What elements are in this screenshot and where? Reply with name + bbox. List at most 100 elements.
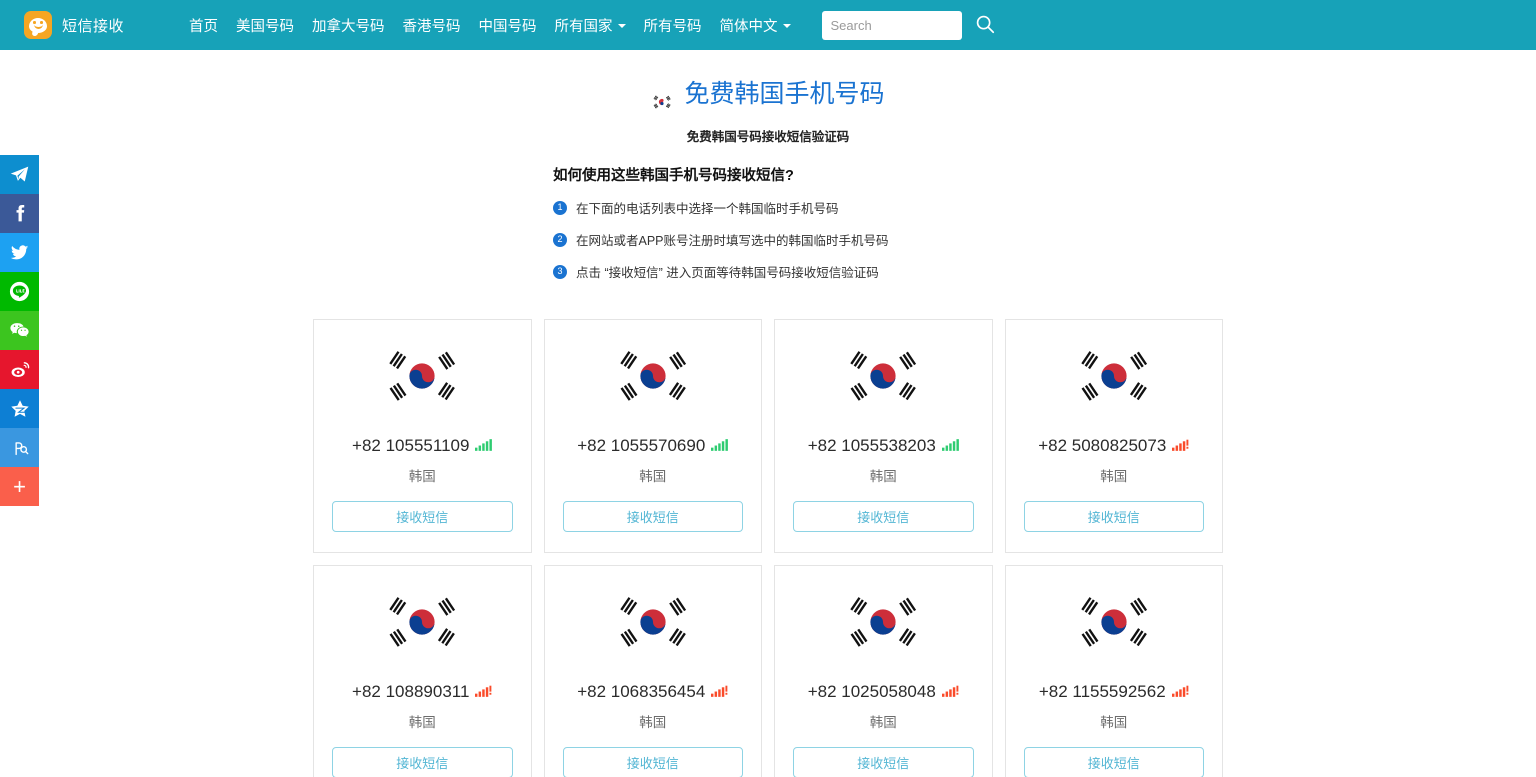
plus-icon: + [13, 473, 26, 499]
step-number-badge: 3 [553, 264, 567, 279]
phone-number-text: +82 5080825073 [1038, 436, 1167, 456]
search-button[interactable] [974, 13, 996, 38]
nav-label: 所有号码 [643, 18, 702, 35]
page-header: 免费韩国手机号码 免费韩国号码接收短信验证码 [0, 78, 1536, 145]
korea-flag-icon [380, 592, 465, 652]
country-label: 韩国 [408, 469, 436, 485]
nav-label: 首页 [189, 18, 219, 35]
phone-number-card-2[interactable]: +82 1055570690 韩国 接收短信 [543, 319, 762, 554]
step-number-badge: 2 [553, 232, 567, 247]
share-weibo-button[interactable] [0, 350, 39, 389]
howto-step: 1 在下面的电话列表中选择一个韩国临时手机号码 [553, 198, 1273, 217]
nav-label: 中国号码 [478, 18, 537, 35]
korea-flag-icon [1071, 346, 1156, 406]
chevron-down-icon [782, 24, 791, 28]
receive-sms-button[interactable]: 接收短信 [793, 501, 974, 533]
nav-item-all-countries[interactable]: 所有国家 [546, 9, 635, 42]
signal-strength-icon [711, 436, 729, 456]
signal-strength-icon [941, 682, 959, 702]
phone-number-card-1[interactable]: +82 105551109 韩国 接收短信 [313, 319, 532, 554]
signal-strength-icon [941, 436, 959, 456]
phone-number-card-3[interactable]: +82 1055538203 韩国 接收短信 [774, 319, 993, 554]
share-qzone-button[interactable] [0, 389, 39, 428]
nav-item-china-numbers[interactable]: 中国号码 [470, 9, 546, 42]
signal-strength-icon [711, 682, 728, 702]
nav-label: 所有国家 [554, 18, 613, 35]
phone-number-row: +82 108890311 [352, 682, 492, 702]
weibo-icon [9, 359, 31, 381]
facebook-icon [9, 203, 30, 224]
phone-number-card-8[interactable]: +82 1155592562 韩国 接收短信 [1004, 565, 1223, 777]
phone-number-text: +82 1055538203 [807, 436, 936, 456]
howto-section: 如何使用这些韩国手机号码接收短信? 1 在下面的电话列表中选择一个韩国临时手机号… [263, 164, 1273, 281]
share-twitter-button[interactable] [0, 233, 39, 272]
country-label: 韩国 [869, 469, 897, 485]
brand-name: 短信接收 [62, 17, 125, 35]
baidu-search-icon [9, 437, 31, 459]
country-label: 韩国 [408, 715, 436, 731]
search-icon [974, 13, 996, 38]
receive-sms-button[interactable]: 接收短信 [1023, 501, 1204, 533]
country-label: 韩国 [639, 469, 667, 485]
site-header: 短信接收 首页 美国号码 加拿大号码 香港号码 中国号码 所有国家 所有号码 简… [0, 0, 1536, 50]
korea-flag-icon [651, 86, 674, 110]
nav-item-canada-numbers[interactable]: 加拿大号码 [303, 9, 394, 42]
share-facebook-button[interactable] [0, 194, 39, 233]
step-text: 在下面的电话列表中选择一个韩国临时手机号码 [576, 202, 839, 217]
receive-sms-button[interactable]: 接收短信 [332, 501, 513, 533]
share-telegram-button[interactable] [0, 155, 39, 194]
signal-strength-icon [1172, 436, 1189, 456]
korea-flag-icon [1071, 592, 1156, 652]
share-wechat-button[interactable] [0, 311, 39, 350]
telegram-icon [9, 164, 30, 185]
phone-number-text: +82 108890311 [352, 682, 470, 702]
nav-item-language[interactable]: 简体中文 [711, 9, 800, 42]
nav-label: 简体中文 [719, 18, 778, 35]
signal-strength-icon [1171, 682, 1189, 702]
step-text: 点击 “接收短信” 进入页面等待韩国号码接收短信验证码 [576, 266, 879, 281]
nav-item-home[interactable]: 首页 [180, 9, 227, 42]
signal-strength-icon [475, 436, 493, 456]
phone-number-row: +82 1155592562 [1039, 682, 1189, 702]
phone-number-text: +82 1068356454 [577, 682, 706, 702]
page-title: 免费韩国手机号码 [651, 78, 885, 111]
chevron-down-icon [617, 24, 626, 28]
social-share-sidebar: + [0, 155, 39, 506]
step-text: 在网站或者APP账号注册时填写选中的韩国临时手机号码 [576, 234, 889, 249]
korea-flag-icon [610, 346, 695, 406]
phone-number-card-5[interactable]: +82 108890311 韩国 接收短信 [313, 565, 532, 777]
receive-sms-button[interactable]: 接收短信 [1023, 747, 1204, 777]
nav-label: 加拿大号码 [312, 18, 385, 35]
phone-number-text: +82 105551109 [352, 436, 470, 456]
phone-number-text: +82 1155592562 [1038, 682, 1166, 702]
signal-strength-icon [475, 682, 492, 702]
main-nav: 首页 美国号码 加拿大号码 香港号码 中国号码 所有国家 所有号码 简体中文 [180, 9, 800, 42]
nav-label: 美国号码 [236, 18, 295, 35]
brand-logo-link[interactable]: 短信接收 [24, 11, 124, 39]
share-line-button[interactable] [0, 272, 39, 311]
search-input[interactable] [821, 10, 962, 40]
receive-sms-button[interactable]: 接收短信 [332, 747, 513, 777]
receive-sms-button[interactable]: 接收短信 [562, 501, 743, 533]
nav-item-us-numbers[interactable]: 美国号码 [227, 9, 303, 42]
phone-number-row: +82 1025058048 [808, 682, 959, 702]
phone-number-card-6[interactable]: +82 1068356454 韩国 接收短信 [543, 565, 762, 777]
phone-number-grid: +82 105551109 韩国 接收短信 +82 1055570690 韩国 … [313, 319, 1223, 777]
korea-flag-icon [841, 592, 926, 652]
chat-bubble-smiley-icon [24, 11, 52, 39]
line-icon [8, 280, 31, 303]
receive-sms-button[interactable]: 接收短信 [562, 747, 743, 777]
phone-number-card-4[interactable]: +82 5080825073 韩国 接收短信 [1004, 319, 1223, 554]
phone-number-card-7[interactable]: +82 1025058048 韩国 接收短信 [774, 565, 993, 777]
phone-number-row: +82 1068356454 [577, 682, 728, 702]
howto-step: 2 在网站或者APP账号注册时填写选中的韩国临时手机号码 [553, 230, 1273, 249]
wechat-icon [8, 319, 31, 342]
share-more-button[interactable]: + [0, 467, 39, 506]
howto-step: 3 点击 “接收短信” 进入页面等待韩国号码接收短信验证码 [553, 262, 1273, 281]
korea-flag-icon [841, 346, 926, 406]
qzone-star-icon [9, 398, 31, 420]
nav-item-hongkong-numbers[interactable]: 香港号码 [394, 9, 470, 42]
receive-sms-button[interactable]: 接收短信 [793, 747, 974, 777]
nav-item-all-numbers[interactable]: 所有号码 [635, 9, 711, 42]
share-baidu-button[interactable] [0, 428, 39, 467]
